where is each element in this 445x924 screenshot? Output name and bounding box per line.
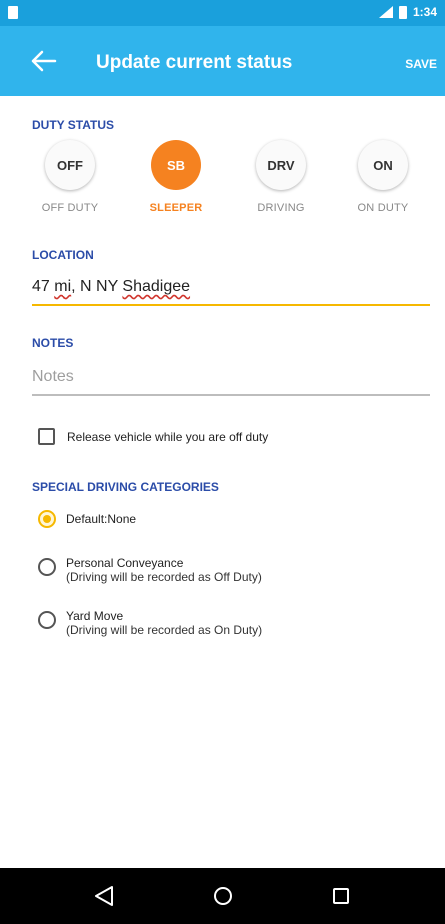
duty-option-driving[interactable]: DRV DRIVING <box>243 140 319 214</box>
notes-header: NOTES <box>32 336 74 350</box>
location-input[interactable]: 47 mi, N NY Shadigee <box>32 278 430 306</box>
radio-button-yard[interactable] <box>38 611 56 629</box>
radio-sub-yard: (Driving will be recorded as On Duty) <box>66 623 263 637</box>
notes-input[interactable]: Notes <box>32 368 430 396</box>
duty-label-sleeper: SLEEPER <box>149 202 203 214</box>
special-driving-header: SPECIAL DRIVING CATEGORIES <box>32 480 219 494</box>
release-vehicle-checkbox[interactable] <box>38 428 55 445</box>
location-value: 47 mi, N NY Shadigee <box>32 278 191 295</box>
back-triangle-icon[interactable] <box>92 885 116 907</box>
radio-personal-conveyance[interactable]: Personal Conveyance (Driving will be rec… <box>38 556 262 584</box>
notes-placeholder: Notes <box>32 368 74 385</box>
duty-label-driving: DRIVING <box>257 202 305 214</box>
duty-circle-off: OFF <box>45 140 95 190</box>
status-bar: 1:34 <box>0 0 445 26</box>
duty-option-sleeper[interactable]: SB SLEEPER <box>138 140 214 214</box>
screen: 1:34 Update current status SAVE DUTY STA… <box>0 0 445 924</box>
notification-icon <box>8 6 18 19</box>
battery-icon <box>398 5 407 19</box>
app-bar: Update current status SAVE <box>0 26 445 96</box>
radio-default-none[interactable]: Default:None <box>38 510 136 528</box>
release-vehicle-label: Release vehicle while you are off duty <box>67 429 269 444</box>
duty-circle-driving: DRV <box>256 140 306 190</box>
duty-label-on: ON DUTY <box>357 202 409 214</box>
back-arrow-icon[interactable] <box>30 48 58 74</box>
release-vehicle-checkbox-row[interactable]: Release vehicle while you are off duty <box>38 428 268 445</box>
duty-circle-on: ON <box>358 140 408 190</box>
duty-option-on[interactable]: ON ON DUTY <box>345 140 421 214</box>
radio-button-personal[interactable] <box>38 558 56 576</box>
radio-label-default: Default:None <box>66 512 137 526</box>
radio-yard-move[interactable]: Yard Move (Driving will be recorded as O… <box>38 609 262 637</box>
radio-button-default[interactable] <box>38 510 56 528</box>
home-circle-icon[interactable] <box>211 885 235 907</box>
duty-status-header: DUTY STATUS <box>32 118 115 132</box>
system-nav-bar <box>0 868 445 924</box>
status-time: 1:34 <box>412 5 437 19</box>
location-header: LOCATION <box>32 248 94 262</box>
status-icons: 1:34 <box>378 5 437 19</box>
page-title: Update current status <box>96 52 293 73</box>
duty-option-off[interactable]: OFF OFF DUTY <box>32 140 108 214</box>
radio-label-yard: Yard Move <box>66 609 124 623</box>
save-button[interactable]: SAVE <box>405 57 437 71</box>
duty-circle-sleeper: SB <box>151 140 201 190</box>
duty-status-selector: OFF OFF DUTY SB SLEEPER DRV DRIVING ON O… <box>32 140 427 230</box>
radio-sub-personal: (Driving will be recorded as Off Duty) <box>66 570 262 584</box>
duty-label-off: OFF DUTY <box>41 202 99 214</box>
signal-icon <box>378 6 393 18</box>
recents-square-icon[interactable] <box>329 885 353 907</box>
radio-label-personal: Personal Conveyance <box>66 556 184 570</box>
